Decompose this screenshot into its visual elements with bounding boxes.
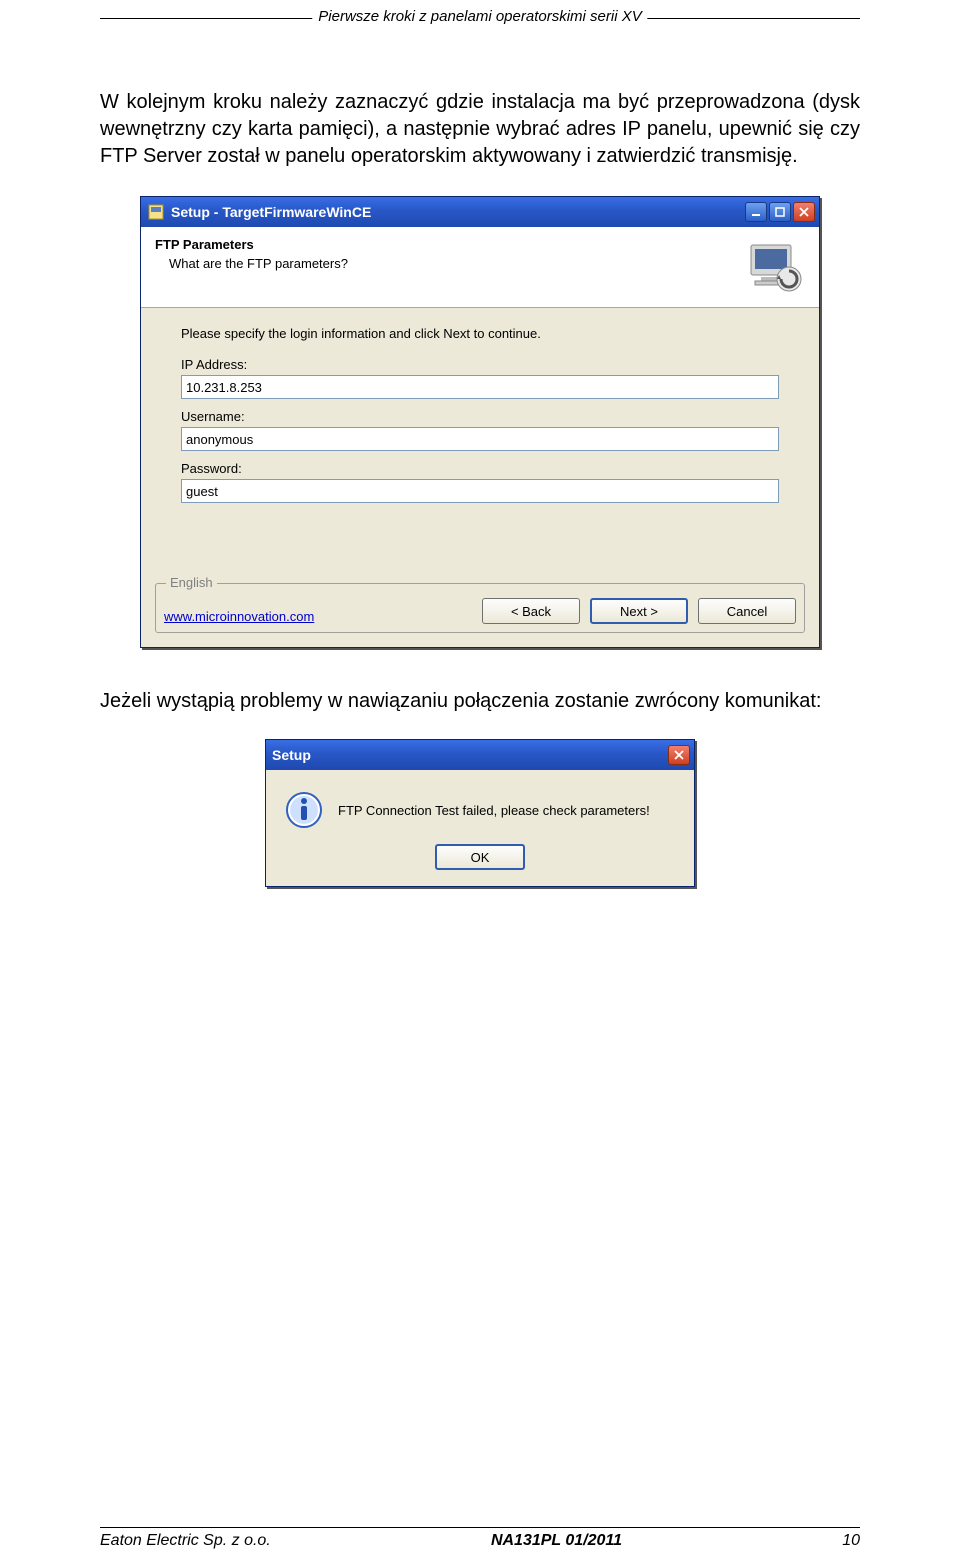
language-label: English (166, 575, 217, 590)
installer-icon (147, 203, 165, 221)
maximize-button[interactable] (769, 202, 791, 222)
titlebar[interactable]: Setup - TargetFirmwareWinCE (141, 197, 819, 227)
info-icon (284, 790, 324, 830)
ok-button[interactable]: OK (435, 844, 525, 870)
intro-paragraph: W kolejnym kroku należy zaznaczyć gdzie … (100, 89, 860, 170)
wizard-header: FTP Parameters What are the FTP paramete… (141, 227, 819, 307)
messagebox: Setup FTP Connection Test failed, please… (265, 739, 695, 887)
username-label: Username: (181, 409, 779, 424)
computer-icon (745, 237, 805, 297)
ip-label: IP Address: (181, 357, 779, 372)
footer-left: Eaton Electric Sp. z o.o. (100, 1532, 271, 1550)
cancel-button[interactable]: Cancel (698, 598, 796, 624)
footer-page-number: 10 (842, 1532, 860, 1550)
username-input[interactable] (181, 427, 779, 451)
problems-paragraph: Jeżeli wystąpią problemy w nawiązaniu po… (100, 688, 860, 715)
msg-titlebar[interactable]: Setup (266, 740, 694, 770)
msg-close-button[interactable] (668, 745, 690, 765)
msg-title: Setup (272, 747, 662, 763)
next-button[interactable]: Next > (590, 598, 688, 624)
minimize-button[interactable] (745, 202, 767, 222)
ip-input[interactable] (181, 375, 779, 399)
password-label: Password: (181, 461, 779, 476)
wizard-subtitle: What are the FTP parameters? (155, 256, 735, 271)
form-intro: Please specify the login information and… (181, 326, 779, 341)
close-button[interactable] (793, 202, 815, 222)
website-link[interactable]: www.microinnovation.com (164, 609, 314, 624)
window-title: Setup - TargetFirmwareWinCE (171, 204, 739, 220)
setup-window: Setup - TargetFirmwareWinCE FTP Paramete… (140, 196, 820, 648)
msg-text: FTP Connection Test failed, please check… (338, 803, 650, 818)
back-button[interactable]: < Back (482, 598, 580, 624)
password-input[interactable] (181, 479, 779, 503)
wizard-title: FTP Parameters (155, 237, 735, 252)
footer-center: NA131PL 01/2011 (491, 1532, 622, 1550)
page-header: Pierwsze kroki z panelami operatorskimi … (312, 8, 647, 25)
